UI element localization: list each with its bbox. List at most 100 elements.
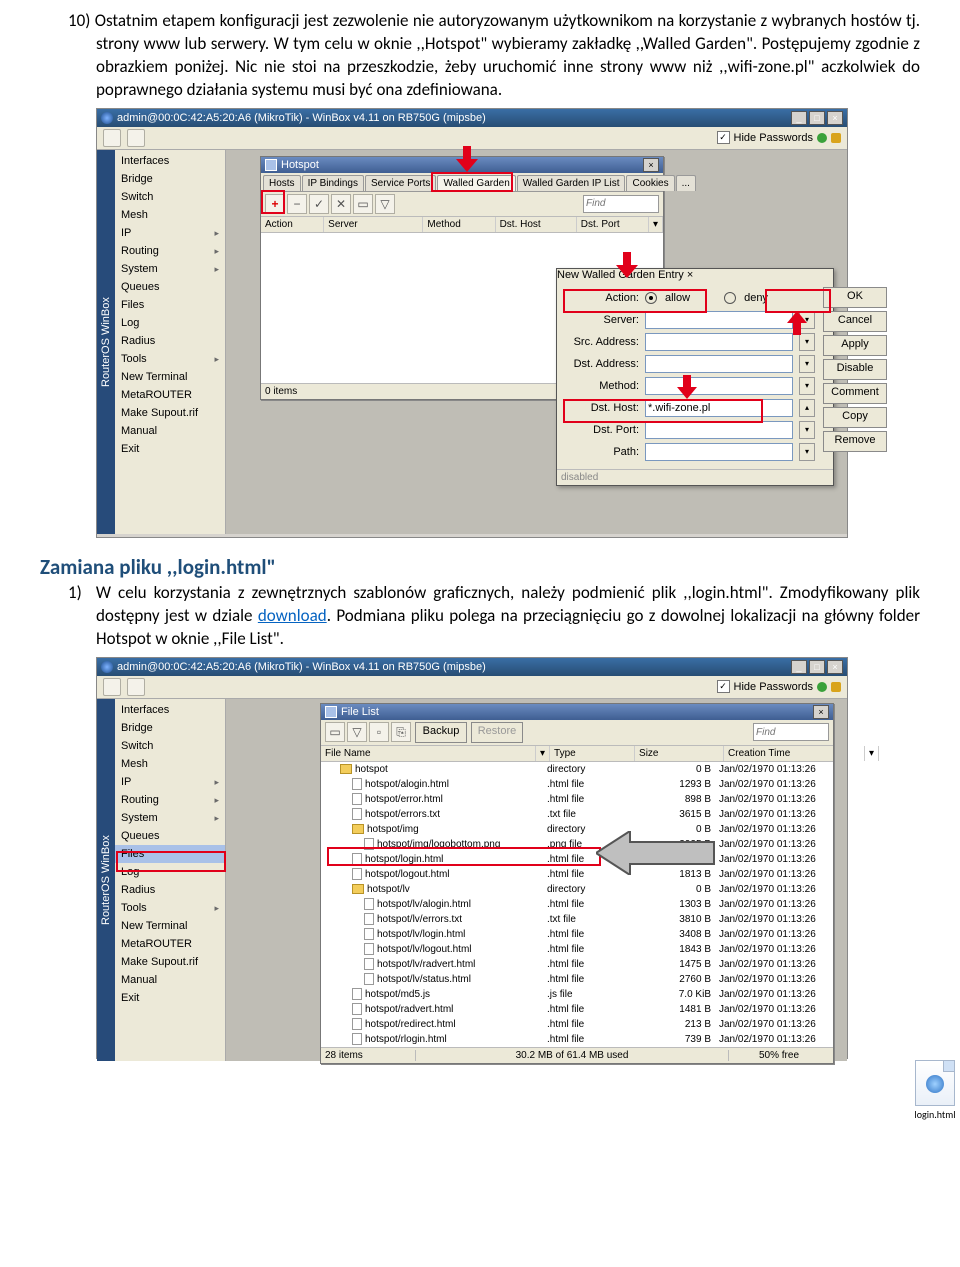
src-input[interactable] [645,333,793,351]
comment-button[interactable]: ▭ [353,194,373,214]
column-header[interactable]: Method [423,217,495,232]
method-picker[interactable]: ▾ [799,377,815,395]
remove-button[interactable]: Remove [823,431,887,452]
col-size[interactable]: Size [635,746,724,761]
dhost-input[interactable] [645,399,793,417]
close-button[interactable]: × [827,111,843,125]
tab-walled-garden-ip-list[interactable]: Walled Garden IP List [517,175,626,191]
col-type[interactable]: Type [550,746,635,761]
login-html-file-icon[interactable]: login.html [908,1060,960,1121]
tab-ip-bindings[interactable]: IP Bindings [302,175,364,191]
method-input[interactable] [645,377,793,395]
sidebar-item-exit[interactable]: Exit [115,440,225,458]
sidebar-item-radius[interactable]: Radius [115,332,225,350]
tab-cookies[interactable]: Cookies [626,175,674,191]
undo-icon[interactable] [103,129,121,147]
file-row[interactable]: hotspot/logout.html.html file1813 BJan/0… [321,867,833,882]
tab-hosts[interactable]: Hosts [263,175,301,191]
src-picker[interactable]: ▾ [799,333,815,351]
sidebar-item-queues[interactable]: Queues [115,278,225,296]
file-row[interactable]: hotspot/redirect.html.html file213 BJan/… [321,1017,833,1032]
apply-button[interactable]: Apply [823,335,887,356]
copy-button[interactable]: Copy [823,407,887,428]
path-picker[interactable]: ▾ [799,443,815,461]
sidebar-item-bridge[interactable]: Bridge [115,170,225,188]
dst-picker[interactable]: ▾ [799,355,815,373]
file-row[interactable]: hotspot/lv/errors.txt.txt file3810 BJan/… [321,912,833,927]
sidebar-item-interfaces[interactable]: Interfaces [115,701,225,719]
disable-button[interactable]: Disable [823,359,887,380]
tab-walled-garden[interactable]: Walled Garden [437,175,515,191]
file-row[interactable]: hotspot/lv/logout.html.html file1843 BJa… [321,942,833,957]
path-input[interactable] [645,443,793,461]
file-row[interactable]: hotspot/error.html.html file898 BJan/02/… [321,792,833,807]
col-filename[interactable]: File Name [321,746,536,761]
column-header[interactable]: Dst. Port [577,217,649,232]
sidebar-item-exit[interactable]: Exit [115,989,225,1007]
undo-icon[interactable] [103,678,121,696]
sidebar-item-tools[interactable]: Tools▸ [115,350,225,368]
maximize-button[interactable]: □ [809,660,825,674]
col-time[interactable]: Creation Time [724,746,865,761]
sidebar-item-radius[interactable]: Radius [115,881,225,899]
sidebar-item-new-terminal[interactable]: New Terminal [115,917,225,935]
cancel-button[interactable]: Cancel [823,311,887,332]
tab--[interactable]: ... [676,175,696,191]
sidebar-item-routing[interactable]: Routing▸ [115,791,225,809]
server-picker[interactable]: ▾ [799,311,815,329]
sidebar-item-ip[interactable]: IP▸ [115,224,225,242]
file-row[interactable]: hotspot/login.html.html file3362 BJan/02… [321,852,833,867]
file-row[interactable]: hotspot/imgdirectory0 BJan/02/1970 01:13… [321,822,833,837]
tool-3[interactable]: ▫ [369,722,389,742]
file-row[interactable]: hotspotdirectory0 BJan/02/1970 01:13:26 [321,762,833,777]
sidebar-item-manual[interactable]: Manual [115,422,225,440]
backup-button[interactable]: Backup [415,722,467,743]
sidebar-item-manual[interactable]: Manual [115,971,225,989]
column-header[interactable]: Server [324,217,423,232]
sidebar-item-routing[interactable]: Routing▸ [115,242,225,260]
sidebar-item-switch[interactable]: Switch [115,188,225,206]
file-row[interactable]: hotspot/errors.txt.txt file3615 BJan/02/… [321,807,833,822]
comment-button[interactable]: Comment [823,383,887,404]
remove-button[interactable]: − [287,194,307,214]
enable-button[interactable]: ✓ [309,194,329,214]
close-button[interactable]: × [827,660,843,674]
download-link[interactable]: download [258,605,327,626]
file-row[interactable]: hotspot/lv/login.html.html file3408 BJan… [321,927,833,942]
dport-input[interactable] [645,421,793,439]
file-row[interactable]: hotspot/radvert.html.html file1481 BJan/… [321,1002,833,1017]
sidebar-item-log[interactable]: Log [115,314,225,332]
sidebar-item-metarouter[interactable]: MetaROUTER [115,935,225,953]
hotspot-find-input[interactable] [584,197,658,211]
sidebar-item-new-terminal[interactable]: New Terminal [115,368,225,386]
sidebar-item-files[interactable]: Files [115,845,225,863]
tool-4[interactable]: ⎘ [391,722,411,742]
entry-close-button[interactable]: × [687,269,693,281]
sidebar-item-mesh[interactable]: Mesh [115,755,225,773]
sidebar-item-system[interactable]: System▸ [115,260,225,278]
tool-1[interactable]: ▭ [325,722,345,742]
file-row[interactable]: hotspot/rlogin.html.html file739 BJan/02… [321,1032,833,1047]
minimize-button[interactable]: _ [791,660,807,674]
sidebar-item-bridge[interactable]: Bridge [115,719,225,737]
file-row[interactable]: hotspot/lv/alogin.html.html file1303 BJa… [321,897,833,912]
file-row[interactable]: hotspot/md5.js.js file7.0 KiBJan/02/1970… [321,987,833,1002]
minimize-button[interactable]: _ [791,111,807,125]
sidebar-item-switch[interactable]: Switch [115,737,225,755]
hotspot-close-button[interactable]: × [643,158,659,172]
dst-input[interactable] [645,355,793,373]
sidebar-item-interfaces[interactable]: Interfaces [115,152,225,170]
filelist-find-input[interactable] [754,725,828,739]
disable-button[interactable]: ✕ [331,194,351,214]
file-row[interactable]: hotspot/lvdirectory0 BJan/02/1970 01:13:… [321,882,833,897]
sidebar-item-system[interactable]: System▸ [115,809,225,827]
sidebar-item-make-supout-rif[interactable]: Make Supout.rif [115,404,225,422]
sidebar-item-mesh[interactable]: Mesh [115,206,225,224]
filter-button[interactable]: ▽ [375,194,395,214]
file-row[interactable]: hotspot/lv/status.html.html file2760 BJa… [321,972,833,987]
redo-icon[interactable] [127,129,145,147]
deny-radio[interactable] [724,292,736,304]
hide-passwords-checkbox[interactable]: ✓ [717,680,730,693]
ok-button[interactable]: OK [823,287,887,308]
tab-service-ports[interactable]: Service Ports [365,175,436,191]
